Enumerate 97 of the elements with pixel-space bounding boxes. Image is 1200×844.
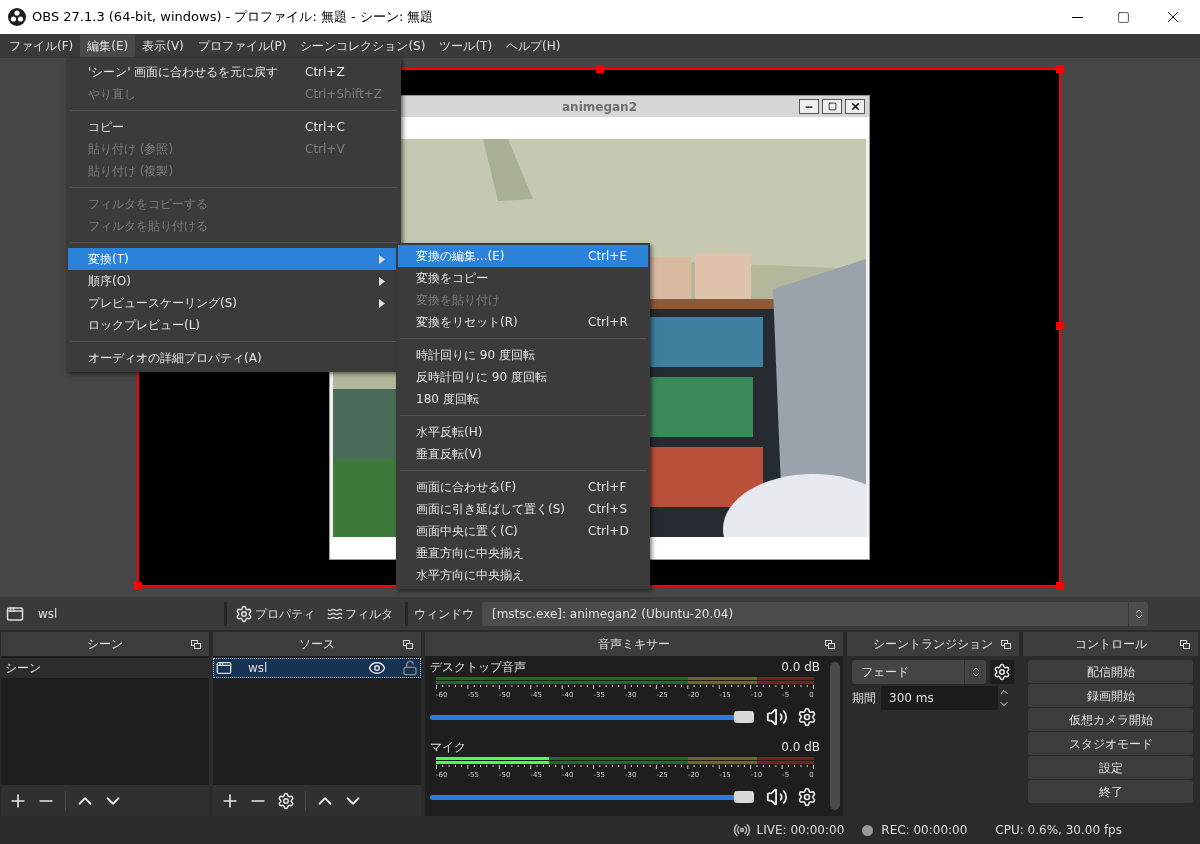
menu-item[interactable]: 画面に引き延ばして置く(S) Ctrl+S bbox=[398, 498, 648, 520]
resize-handle[interactable] bbox=[1056, 582, 1064, 590]
maximize-icon bbox=[1116, 10, 1130, 24]
control-button[interactable]: スタジオモード bbox=[1028, 732, 1193, 755]
shortcut-label: Ctrl+C bbox=[305, 119, 346, 136]
db-reading: 0.0 dB bbox=[781, 659, 820, 676]
scrollbar[interactable] bbox=[830, 662, 840, 810]
broadcast-icon bbox=[732, 821, 751, 839]
control-button[interactable]: 配信開始 bbox=[1028, 660, 1193, 683]
menu-item[interactable]: 'シーン' 画面に合わせるを元に戻す Ctrl+Z bbox=[68, 61, 399, 83]
dock-title: 音声ミキサー bbox=[598, 636, 670, 653]
window-label: ウィンドウ bbox=[414, 605, 474, 623]
menu-item[interactable]: 垂直方向に中央揃え bbox=[398, 542, 648, 564]
control-button[interactable]: 設定 bbox=[1028, 756, 1193, 779]
dock-title: シーン bbox=[87, 636, 123, 653]
duration-field[interactable]: 300 ms bbox=[881, 686, 1014, 710]
caret-icon bbox=[379, 254, 385, 264]
maximize-icon bbox=[827, 102, 837, 111]
slider-thumb[interactable] bbox=[734, 791, 755, 803]
float-icon[interactable] bbox=[191, 640, 201, 649]
menu-item[interactable]: 変換をリセット(R) Ctrl+R bbox=[398, 311, 648, 333]
shortcut-label: Ctrl+S bbox=[588, 501, 629, 518]
menu-bar-item[interactable]: プロファイル(P) bbox=[190, 35, 294, 57]
open-lock-icon[interactable] bbox=[402, 660, 418, 676]
menu-item[interactable]: ロックプレビュー(L) bbox=[68, 314, 399, 336]
float-icon[interactable] bbox=[1180, 640, 1190, 649]
resize-handle[interactable] bbox=[1056, 65, 1064, 73]
dock-title: シーントランジション bbox=[873, 636, 993, 653]
window-select[interactable]: [mstsc.exe]: animegan2 (Ubuntu-20.04) bbox=[482, 601, 1148, 626]
resize-handle[interactable] bbox=[134, 582, 142, 590]
control-button[interactable]: 終了 bbox=[1028, 780, 1193, 803]
menu-item[interactable]: コピー Ctrl+C bbox=[68, 116, 399, 138]
transition-select[interactable]: フェード bbox=[852, 660, 986, 684]
resize-handle[interactable] bbox=[596, 65, 604, 73]
menu-item[interactable]: オーディオの詳細プロパティ(A) bbox=[68, 347, 399, 369]
menu-bar-item[interactable]: シーンコレクション(S) bbox=[293, 35, 433, 57]
scene-item[interactable]: シーン bbox=[1, 658, 209, 678]
menu-item[interactable]: 水平方向に中央揃え bbox=[398, 564, 648, 586]
eye-icon[interactable] bbox=[368, 659, 386, 677]
cpu-status: CPU: 0.6%, 30.00 fps bbox=[995, 822, 1122, 839]
live-status: LIVE: 00:00:00 bbox=[756, 822, 845, 839]
menu-bar-item[interactable]: ツール(T) bbox=[432, 35, 500, 57]
duration-label: 期間 bbox=[852, 690, 876, 707]
properties-button[interactable]: プロパティ bbox=[235, 604, 315, 623]
float-icon[interactable] bbox=[1001, 640, 1011, 649]
shortcut-label: Ctrl+Shift+Z bbox=[305, 86, 383, 103]
float-icon[interactable] bbox=[825, 640, 835, 649]
menu-item[interactable]: 時計回りに 90 度回転 bbox=[398, 344, 648, 366]
maximize-button[interactable] bbox=[822, 99, 842, 114]
rec-status: REC: 00:00:00 bbox=[881, 822, 968, 839]
filters-button[interactable]: フィルタ bbox=[327, 604, 393, 623]
shortcut-label: Ctrl+E bbox=[588, 248, 628, 265]
caret-icon bbox=[379, 276, 385, 286]
control-button[interactable]: 仮想カメラ開始 bbox=[1028, 708, 1193, 731]
menu-bar-item[interactable]: ヘルプ(H) bbox=[499, 35, 568, 57]
channel-name: デスクトップ音声 bbox=[430, 659, 526, 676]
dock-title: コントロール bbox=[1074, 636, 1147, 653]
menu-bar-item[interactable]: 編集(E) bbox=[80, 35, 136, 57]
menu-item[interactable]: 垂直反転(V) bbox=[398, 443, 648, 465]
menu-item[interactable]: 画面中央に置く(C) Ctrl+D bbox=[398, 520, 648, 542]
shortcut-label: Ctrl+Z bbox=[305, 64, 346, 81]
menu-item[interactable]: 画面に合わせる(F) Ctrl+F bbox=[398, 476, 648, 498]
menu-item[interactable]: 順序(O) bbox=[68, 270, 399, 292]
menu-item[interactable]: 180 度回転 bbox=[398, 388, 648, 410]
shortcut-label: Ctrl+F bbox=[588, 479, 628, 496]
window-title: OBS 27.1.3 (64-bit, windows) - プロファイル: 無題 - シーン: 無題 bbox=[32, 8, 435, 27]
menu-bar-item[interactable]: ファイル(F) bbox=[2, 35, 81, 57]
window-source-icon bbox=[216, 660, 232, 676]
db-reading: 0.0 dB bbox=[781, 739, 820, 756]
window-title: animegan2 bbox=[562, 98, 637, 116]
app-logo-icon bbox=[8, 8, 26, 26]
dock-title: ソース bbox=[299, 636, 335, 653]
minimize-button[interactable] bbox=[799, 99, 819, 114]
source-name: wsl bbox=[38, 605, 58, 623]
menu-bar-item[interactable]: 表示(V) bbox=[135, 35, 191, 57]
menu-item[interactable]: 変換の編集...(E) Ctrl+E bbox=[398, 245, 648, 267]
menu-item[interactable]: 変換(T) bbox=[68, 248, 399, 270]
shortcut-label: Ctrl+R bbox=[588, 314, 629, 331]
gear-icon bbox=[235, 604, 253, 623]
menu-item[interactable]: 水平反転(H) bbox=[398, 421, 648, 443]
minimize-icon bbox=[1071, 16, 1083, 18]
shortcut-label: Ctrl+V bbox=[305, 141, 346, 158]
menu-item[interactable]: プレビュースケーリング(S) bbox=[68, 292, 399, 314]
close-icon bbox=[849, 101, 861, 112]
settings-button[interactable] bbox=[990, 660, 1014, 684]
close-button[interactable] bbox=[845, 99, 865, 114]
menu-item[interactable]: 反時計回りに 90 度回転 bbox=[398, 366, 648, 388]
shortcut-label: Ctrl+D bbox=[588, 523, 630, 540]
resize-handle[interactable] bbox=[1056, 322, 1064, 330]
window-source-icon bbox=[6, 604, 24, 623]
float-icon[interactable] bbox=[403, 640, 413, 649]
slider-thumb[interactable] bbox=[734, 711, 755, 723]
control-button[interactable]: 録画開始 bbox=[1028, 684, 1193, 707]
channel-name: マイク bbox=[430, 739, 466, 756]
menu-item[interactable]: 変換をコピー bbox=[398, 267, 648, 289]
caret-icon bbox=[379, 298, 385, 308]
source-item[interactable]: wsl bbox=[213, 658, 421, 678]
